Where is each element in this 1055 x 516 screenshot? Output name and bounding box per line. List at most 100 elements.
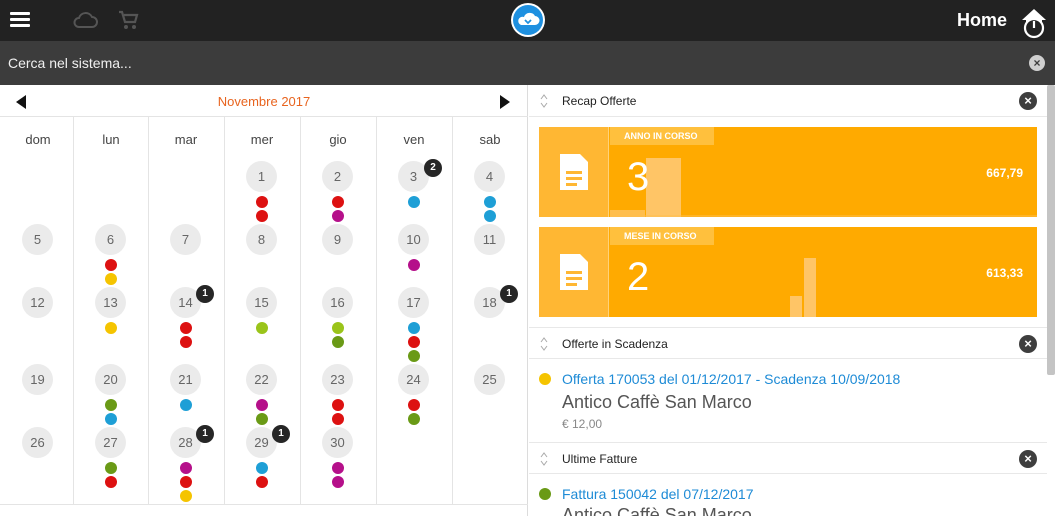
calendar-day[interactable]: 12 bbox=[0, 287, 76, 349]
calendar-day[interactable]: 13 bbox=[73, 287, 149, 349]
event-dot[interactable] bbox=[408, 196, 420, 208]
event-dot[interactable] bbox=[408, 350, 420, 362]
calendar-day[interactable]: 22 bbox=[224, 364, 300, 426]
day-number[interactable]: 20 bbox=[95, 364, 126, 395]
drag-handle-icon[interactable] bbox=[540, 337, 548, 351]
event-dot[interactable] bbox=[256, 210, 268, 222]
calendar-day[interactable]: 29 1 bbox=[224, 425, 300, 489]
day-number[interactable]: 9 bbox=[322, 224, 353, 255]
calendar-day[interactable]: 1 bbox=[224, 161, 300, 223]
event-dot[interactable] bbox=[408, 413, 420, 425]
scrollbar[interactable] bbox=[1047, 85, 1055, 375]
event-dot[interactable] bbox=[105, 259, 117, 271]
event-dot[interactable] bbox=[105, 322, 117, 334]
event-dot[interactable] bbox=[180, 490, 192, 502]
calendar-day[interactable]: 16 bbox=[300, 287, 376, 349]
event-dot[interactable] bbox=[332, 476, 344, 488]
day-number[interactable]: 17 bbox=[398, 287, 429, 318]
event-dot[interactable] bbox=[180, 476, 192, 488]
day-number[interactable]: 7 bbox=[170, 224, 201, 255]
calendar-day[interactable]: 30 bbox=[300, 427, 376, 489]
calendar-day[interactable]: 21 bbox=[148, 364, 224, 426]
calendar-day[interactable]: 27 bbox=[73, 427, 149, 489]
calendar-day[interactable]: 8 bbox=[224, 224, 300, 286]
calendar-day[interactable]: 6 bbox=[73, 224, 149, 286]
stat-card-month[interactable]: MESE IN CORSO 2 613,33 bbox=[539, 227, 1037, 317]
calendar-day[interactable]: 7 bbox=[148, 224, 224, 286]
calendar-day[interactable]: 23 bbox=[300, 364, 376, 426]
event-dot[interactable] bbox=[105, 476, 117, 488]
calendar-day[interactable]: 5 bbox=[0, 224, 76, 286]
event-dot[interactable] bbox=[180, 462, 192, 474]
event-dot[interactable] bbox=[256, 413, 268, 425]
event-dot[interactable] bbox=[408, 259, 420, 271]
calendar-day[interactable]: 18 1 bbox=[452, 285, 528, 349]
calendar-day[interactable]: 11 bbox=[452, 224, 528, 286]
day-number[interactable]: 30 bbox=[322, 427, 353, 458]
calendar-day[interactable]: 19 bbox=[0, 364, 76, 426]
cart-icon[interactable] bbox=[117, 9, 139, 31]
calendar-day[interactable]: 24 bbox=[376, 364, 452, 426]
day-number[interactable]: 22 bbox=[246, 364, 277, 395]
day-number[interactable]: 6 bbox=[95, 224, 126, 255]
close-widget-button[interactable]: × bbox=[1019, 450, 1037, 468]
calendar-day[interactable]: 15 bbox=[224, 287, 300, 349]
event-dot[interactable] bbox=[105, 273, 117, 285]
day-number[interactable]: 8 bbox=[246, 224, 277, 255]
calendar-day[interactable]: 25 bbox=[452, 364, 528, 426]
calendar-day[interactable]: 2 bbox=[300, 161, 376, 223]
invoice-link[interactable]: Fattura 150042 del 07/12/2017 bbox=[562, 486, 754, 502]
day-number[interactable]: 15 bbox=[246, 287, 277, 318]
day-number[interactable]: 5 bbox=[22, 224, 53, 255]
calendar-day[interactable]: 32 bbox=[376, 159, 452, 223]
day-number[interactable]: 4 bbox=[474, 161, 505, 192]
offer-link[interactable]: Offerta 170053 del 01/12/2017 - Scadenza… bbox=[562, 371, 900, 387]
event-dot[interactable] bbox=[332, 413, 344, 425]
event-dot[interactable] bbox=[105, 462, 117, 474]
calendar-day[interactable]: 26 bbox=[0, 427, 76, 489]
event-dot[interactable] bbox=[332, 210, 344, 222]
next-month-icon[interactable] bbox=[500, 95, 510, 109]
event-dot[interactable] bbox=[408, 336, 420, 348]
event-dot[interactable] bbox=[332, 399, 344, 411]
event-dot[interactable] bbox=[484, 196, 496, 208]
event-dot[interactable] bbox=[105, 413, 117, 425]
day-number[interactable]: 23 bbox=[322, 364, 353, 395]
calendar-day[interactable]: 9 bbox=[300, 224, 376, 286]
day-number[interactable]: 24 bbox=[398, 364, 429, 395]
cloud-icon[interactable] bbox=[72, 10, 98, 30]
day-number[interactable]: 21 bbox=[170, 364, 201, 395]
event-dot[interactable] bbox=[332, 196, 344, 208]
home-icon[interactable] bbox=[1021, 7, 1047, 39]
calendar-day[interactable]: 14 1 bbox=[148, 285, 224, 349]
drag-handle-icon[interactable] bbox=[540, 94, 548, 108]
close-widget-button[interactable]: × bbox=[1019, 335, 1037, 353]
event-dot[interactable] bbox=[256, 196, 268, 208]
day-number[interactable]: 26 bbox=[22, 427, 53, 458]
event-dot[interactable] bbox=[408, 399, 420, 411]
search-clear-icon[interactable]: × bbox=[1029, 55, 1045, 71]
day-number[interactable]: 10 bbox=[398, 224, 429, 255]
event-dot[interactable] bbox=[180, 322, 192, 334]
event-dot[interactable] bbox=[256, 476, 268, 488]
day-number[interactable]: 25 bbox=[474, 364, 505, 395]
day-number[interactable]: 11 bbox=[474, 224, 505, 255]
calendar-day[interactable]: 20 bbox=[73, 364, 149, 426]
event-dot[interactable] bbox=[180, 336, 192, 348]
event-dot[interactable] bbox=[256, 462, 268, 474]
cloud-logo-icon[interactable] bbox=[510, 2, 546, 38]
event-dot[interactable] bbox=[180, 399, 192, 411]
day-number[interactable]: 1 bbox=[246, 161, 277, 192]
day-number[interactable]: 2 bbox=[322, 161, 353, 192]
event-dot[interactable] bbox=[332, 336, 344, 348]
day-number[interactable]: 13 bbox=[95, 287, 126, 318]
event-dot[interactable] bbox=[105, 399, 117, 411]
calendar-day[interactable]: 28 1 bbox=[148, 425, 224, 502]
day-number[interactable]: 27 bbox=[95, 427, 126, 458]
menu-icon[interactable] bbox=[10, 12, 30, 28]
day-number[interactable]: 19 bbox=[22, 364, 53, 395]
calendar-day[interactable]: 17 bbox=[376, 287, 452, 362]
day-number[interactable]: 12 bbox=[22, 287, 53, 318]
day-number[interactable]: 16 bbox=[322, 287, 353, 318]
event-dot[interactable] bbox=[332, 322, 344, 334]
